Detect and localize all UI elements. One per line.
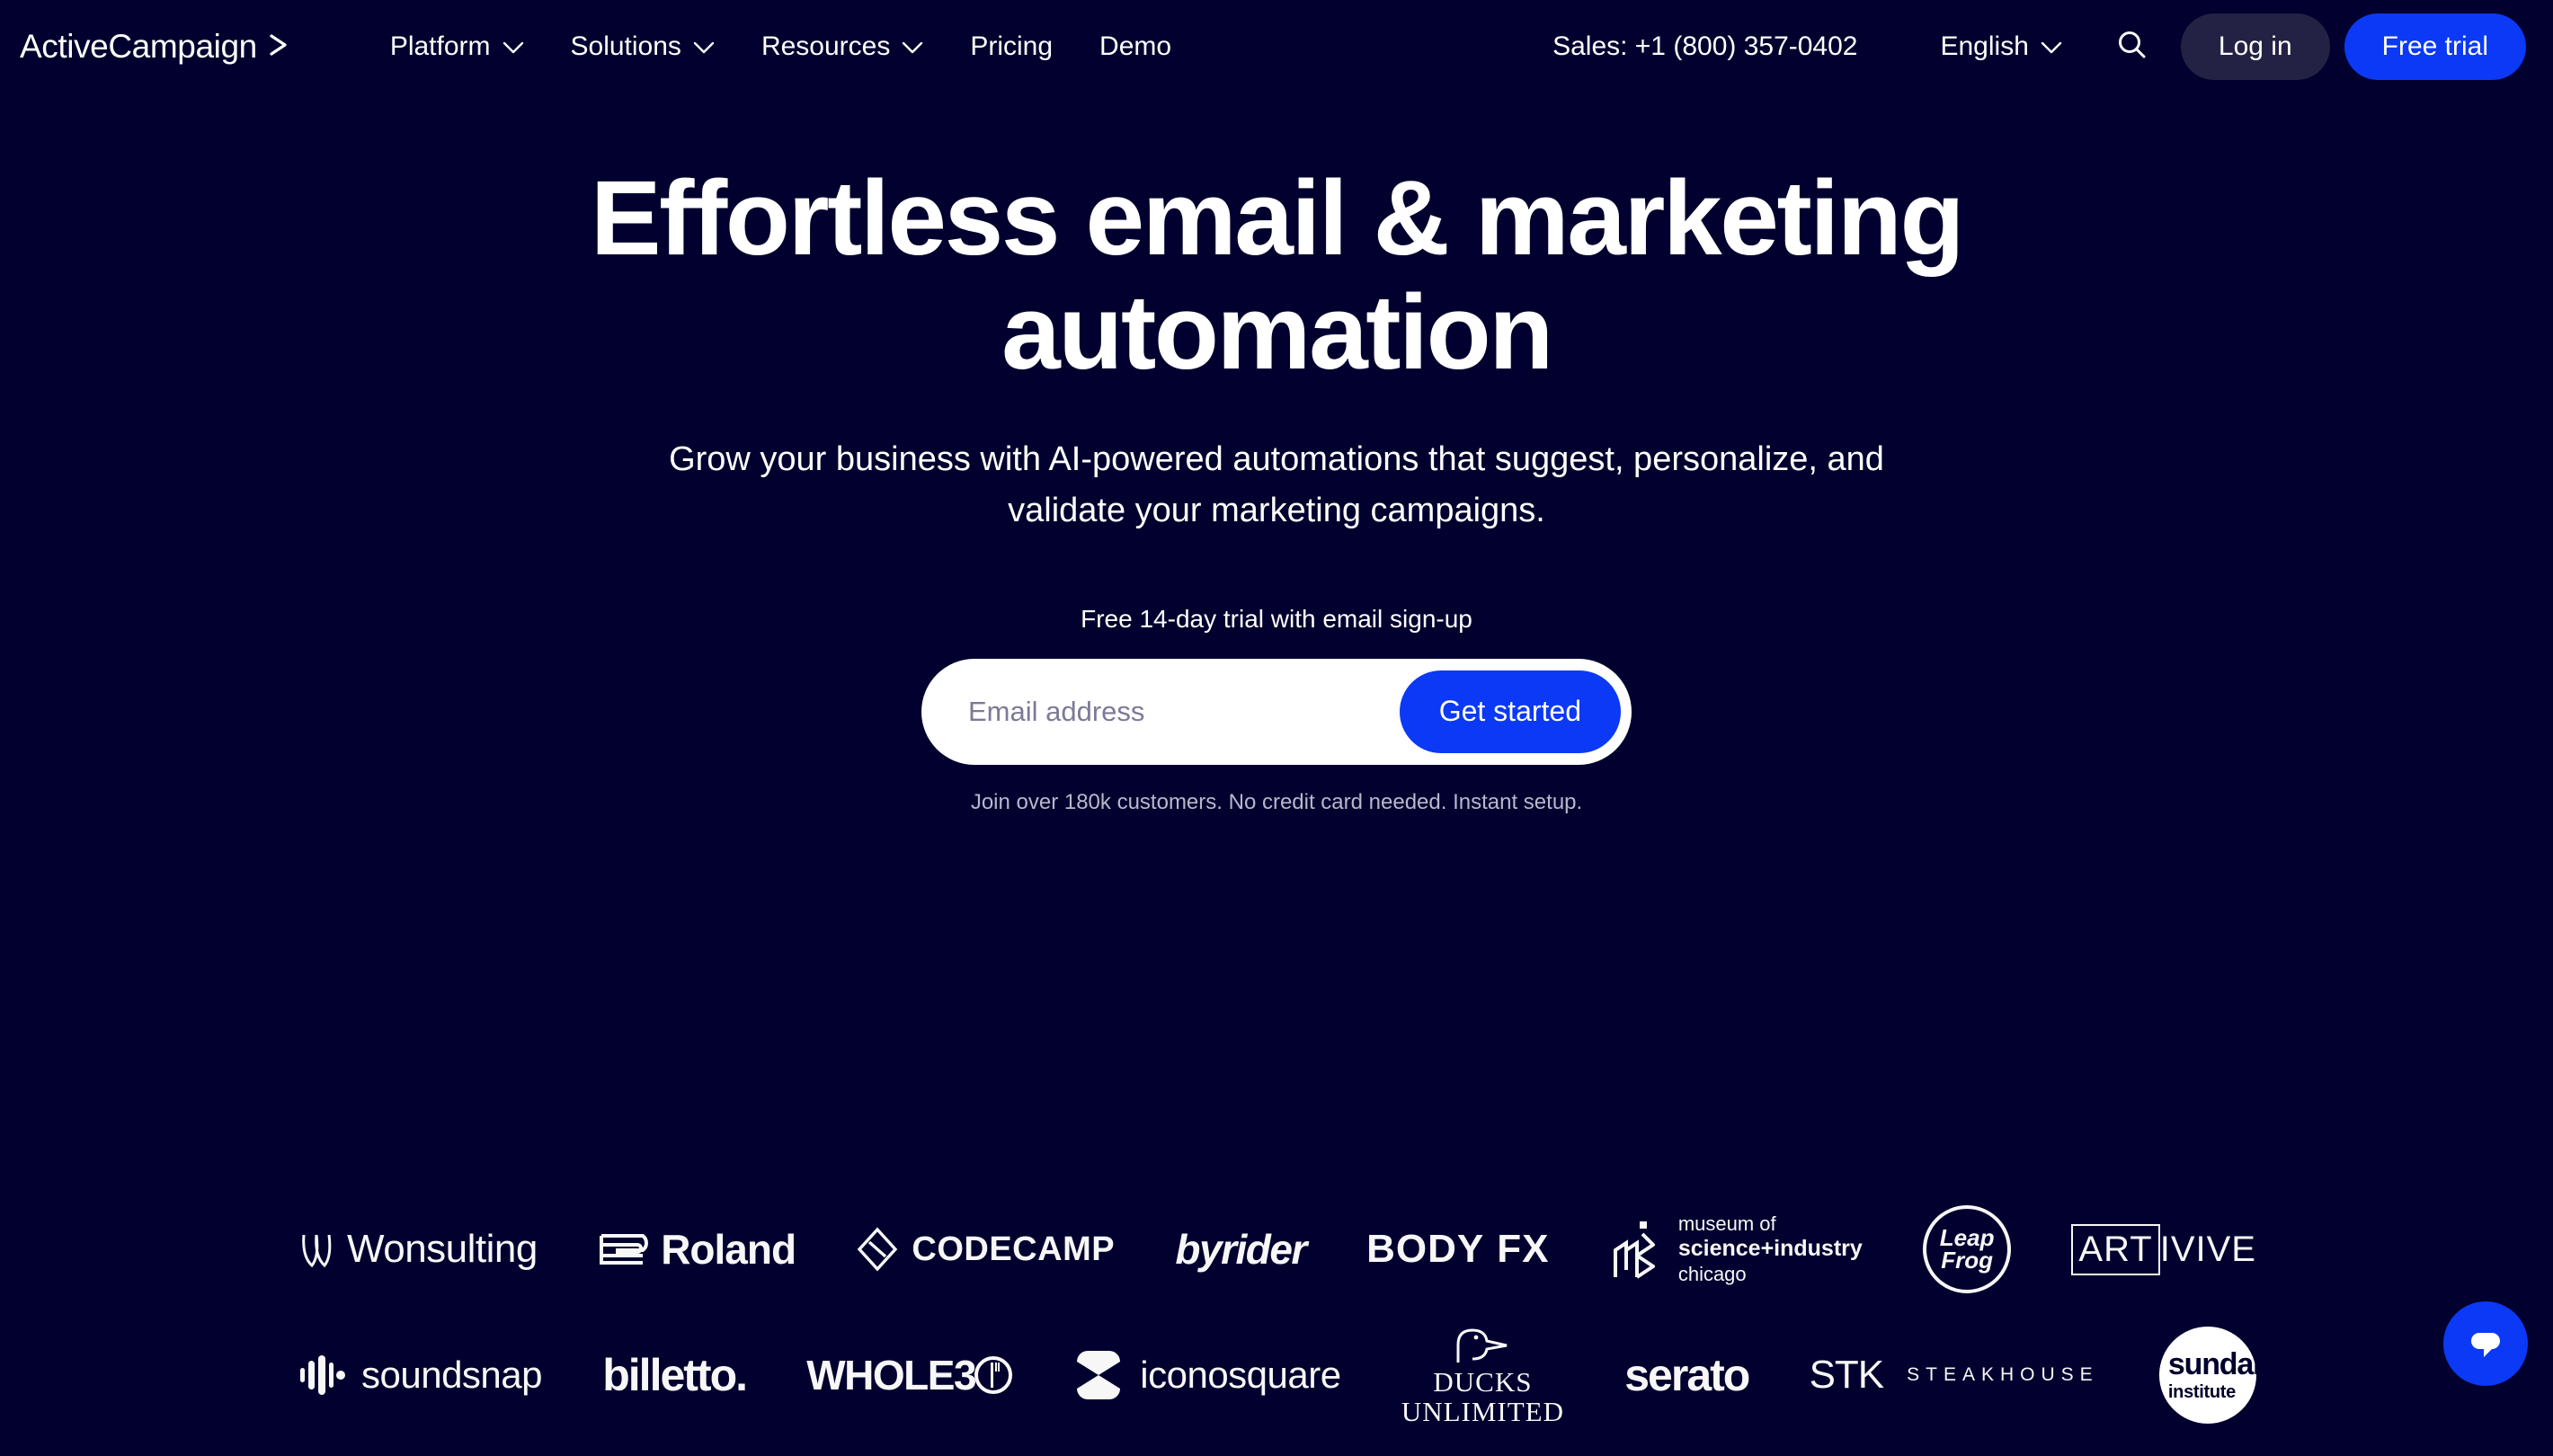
brand-logo-leapfrog: Leap Frog: [1923, 1205, 2012, 1293]
chat-bubble-icon: [2464, 1320, 2507, 1368]
nav-item-solutions[interactable]: Solutions: [547, 20, 738, 74]
nav-item-label: Solutions: [570, 31, 681, 61]
brand-logo-roland: Roland: [598, 1225, 796, 1274]
get-started-button[interactable]: Get started: [1399, 670, 1621, 753]
brand-label-tertiary: chicago: [1677, 1262, 1747, 1285]
nav-item-pricing[interactable]: Pricing: [947, 20, 1076, 74]
brand-label-secondary: institute: [2167, 1382, 2236, 1402]
brand-label: Roland: [661, 1226, 796, 1273]
page-title: Effortless email & marketing automation: [590, 159, 1965, 393]
activecampaign-logo[interactable]: ActiveCampaign: [20, 28, 293, 66]
brand-logo-bodyfx: BODY FX: [1366, 1227, 1549, 1272]
brand-logo-codecamp: CODECAMP: [856, 1226, 1115, 1273]
brand-label-secondary: UNLIMITED: [1401, 1396, 1565, 1427]
chevron-right-mark-icon: [266, 31, 293, 63]
brand-label-secondary: FX: [1497, 1227, 1550, 1271]
signup-fineprint: Join over 180k customers. No credit card…: [970, 789, 1583, 814]
login-button[interactable]: Log in: [2180, 13, 2330, 80]
brand-logo-serato: serato: [1624, 1349, 1750, 1401]
brand-logo-soundsnap: soundsnap: [297, 1352, 543, 1398]
brand-label: sundance: [2167, 1347, 2303, 1381]
brand-logo-artivive: ART IVIVE: [2071, 1223, 2256, 1275]
brand-label: soundsnap: [361, 1354, 543, 1396]
brand-logo-iconosquare: iconosquare: [1073, 1347, 1341, 1403]
email-input[interactable]: [968, 658, 1400, 765]
brand-logo-ducks-unlimited: DUCKS UNLIMITED: [1401, 1323, 1564, 1426]
language-selector[interactable]: English: [1920, 31, 2081, 62]
brand-label: STK: [1809, 1353, 1885, 1397]
nav-item-label: Resources: [761, 31, 891, 61]
brand-label: iconosquare: [1140, 1354, 1341, 1396]
brand-label: Wonsulting: [347, 1227, 538, 1271]
hero-subheadline: Grow your business with AI-powered autom…: [669, 439, 1884, 529]
brand-label: billetto.: [602, 1350, 748, 1400]
brand-label: DUCKS: [1433, 1366, 1533, 1398]
language-label: English: [1940, 31, 2029, 61]
brand-label-secondary: science+industry: [1677, 1236, 1863, 1262]
chat-widget-button[interactable]: [2443, 1301, 2528, 1386]
chevron-down-icon: [902, 31, 923, 62]
brand-label: museum of: [1677, 1212, 1776, 1236]
hero-section: Effortless email & marketing automation …: [0, 159, 2553, 815]
free-trial-button[interactable]: Free trial: [2344, 13, 2526, 80]
brand-label: WHOLE3: [806, 1352, 976, 1398]
brand-label: CODECAMP: [912, 1230, 1116, 1268]
primary-nav-links: Platform Solutions Resources Pricing Dem…: [367, 20, 1195, 74]
brand-label-secondary: STEAKHOUSE: [1907, 1364, 2099, 1385]
brand-logo-museum-science-industry: museum of science+industry chicago: [1610, 1212, 1863, 1285]
search-icon: [2114, 27, 2150, 67]
nav-item-label: Pricing: [970, 31, 1054, 61]
brand-logo-byrider: byrider: [1175, 1225, 1307, 1274]
landing-page: ActiveCampaign Platform Solutions Resour…: [0, 0, 2553, 1456]
brand-label: byrider: [1175, 1226, 1307, 1273]
nav-item-platform[interactable]: Platform: [367, 20, 547, 74]
brand-logo-stk-steakhouse: STK STEAKHOUSE: [1810, 1353, 2099, 1398]
chevron-down-icon: [2041, 31, 2062, 62]
brand-label: BODY: [1366, 1227, 1485, 1271]
sales-phone-link[interactable]: Sales: +1 (800) 357-0402: [1534, 31, 1875, 62]
brand-logo-billetto: billetto.: [602, 1349, 748, 1401]
signup-form-label: Free 14-day trial with email sign-up: [1081, 604, 1472, 633]
search-button[interactable]: [2104, 18, 2161, 75]
brand-label: ART: [2071, 1223, 2160, 1275]
brand-label-secondary: IVIVE: [2159, 1229, 2256, 1269]
customer-logo-wall: Wonsulting Roland CODECAMP byrider BODY …: [0, 1186, 2553, 1438]
brand-logo-sundance-institute: sundance institute: [2158, 1327, 2303, 1424]
brand-label: serato: [1624, 1350, 1750, 1400]
brand-wordmark: museum of science+industry chicago: [1678, 1212, 1863, 1285]
nav-utility-group: Sales: +1 (800) 357-0402 English Log in …: [1534, 13, 2526, 80]
nav-item-label: Demo: [1099, 31, 1172, 61]
logo-row-1: Wonsulting Roland CODECAMP byrider BODY …: [297, 1186, 2256, 1312]
brand-logo-whole30: WHOLE3: [806, 1351, 1013, 1399]
main-navigation-bar: ActiveCampaign Platform Solutions Resour…: [0, 0, 2553, 93]
logo-text: ActiveCampaign: [20, 28, 257, 65]
logo-row-2: soundsnap billetto. WHOLE3 iconosquare D…: [297, 1312, 2303, 1438]
brand-label-secondary: Frog: [1941, 1247, 1993, 1274]
email-signup-form: Get started: [921, 658, 1632, 765]
nav-item-resources[interactable]: Resources: [738, 20, 947, 74]
nav-item-label: Platform: [389, 31, 491, 61]
brand-logo-wonsulting: Wonsulting: [297, 1226, 538, 1273]
chevron-down-icon: [503, 31, 524, 62]
chevron-down-icon: [693, 31, 715, 62]
nav-item-demo[interactable]: Demo: [1076, 20, 1195, 74]
